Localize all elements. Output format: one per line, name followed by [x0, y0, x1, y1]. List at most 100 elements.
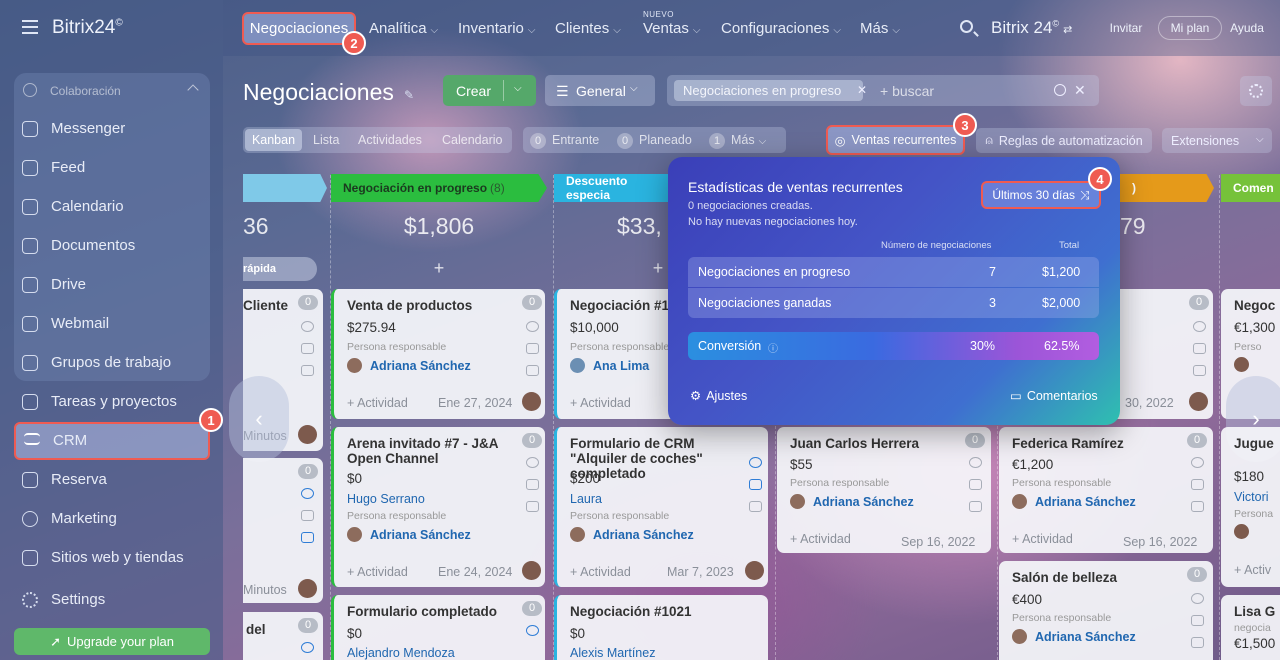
nav-analytics[interactable]: Analítica ⌵: [369, 20, 438, 37]
client-name[interactable]: Alexis Martínez: [570, 646, 655, 660]
mail-icon[interactable]: [526, 343, 539, 354]
avatar[interactable]: [745, 561, 764, 580]
view-list[interactable]: Lista: [313, 133, 339, 147]
deal-title[interactable]: Salón de belleza: [1012, 570, 1117, 585]
deal-title[interactable]: Arena invitado #7 - J&A Open Channel: [347, 436, 527, 466]
avatar[interactable]: [1234, 524, 1249, 539]
chat-icon[interactable]: [969, 501, 982, 512]
avatar[interactable]: [298, 579, 317, 598]
mail-icon[interactable]: [969, 479, 982, 490]
filter-preset-button[interactable]: ☰ General ⌵: [545, 75, 655, 106]
stage-header[interactable]: ): [1120, 174, 1214, 202]
sidebar-item-calendar[interactable]: Calendario: [14, 189, 210, 225]
add-activity-button[interactable]: + Activ: [1234, 563, 1271, 577]
add-deal-button[interactable]: +: [648, 258, 668, 279]
deal-title[interactable]: Lisa G: [1234, 604, 1275, 619]
sidebar-item-sites[interactable]: Sitios web y tiendas: [14, 540, 210, 576]
avatar[interactable]: [298, 425, 317, 444]
period-selector[interactable]: Últimos 30 días ⤨: [981, 181, 1101, 209]
phone-icon[interactable]: [526, 457, 539, 468]
phone-icon[interactable]: [301, 642, 314, 653]
view-activities[interactable]: Actividades: [358, 133, 422, 147]
quick-form-button[interactable]: rápida: [243, 257, 317, 281]
sidebar-item-tasks[interactable]: Tareas y proyectos: [14, 384, 210, 420]
phone-icon[interactable]: [301, 321, 314, 332]
mail-icon[interactable]: [301, 343, 314, 354]
chat-icon[interactable]: [749, 501, 762, 512]
add-activity-button[interactable]: + Actividad: [570, 565, 631, 579]
chat-icon[interactable]: [301, 532, 314, 543]
nav-settings[interactable]: Configuraciones ⌵: [721, 20, 841, 37]
counter-planned[interactable]: 0 Planeado: [617, 133, 692, 149]
deal-title[interactable]: Negoc: [1234, 298, 1275, 313]
avatar[interactable]: [1189, 392, 1208, 411]
responsible-person[interactable]: Adriana Sánchez: [347, 527, 471, 542]
deal-card[interactable]: Arena invitado #7 - J&A Open Channel 0 $…: [331, 427, 545, 587]
deal-title[interactable]: del: [246, 622, 266, 637]
deal-card[interactable]: Formulario de CRM "Alquiler de coches" c…: [554, 427, 768, 587]
clear-icon[interactable]: ✕: [1074, 82, 1086, 99]
phone-icon[interactable]: [301, 488, 314, 499]
responsible-person[interactable]: Ana Lima: [570, 358, 649, 373]
mail-icon[interactable]: [1193, 343, 1206, 354]
help-button[interactable]: Ayuda: [1226, 16, 1268, 40]
recurring-sales-button[interactable]: ◎ Ventas recurrentes: [826, 125, 965, 155]
add-activity-button[interactable]: + Actividad: [790, 532, 851, 546]
phone-icon[interactable]: [1191, 593, 1204, 604]
deal-card[interactable]: Salón de belleza 0 €400 Persona responsa…: [999, 561, 1213, 660]
chat-icon[interactable]: [1193, 365, 1206, 376]
deal-title[interactable]: Jugue: [1234, 436, 1274, 451]
add-activity-button[interactable]: + Actividad: [347, 396, 408, 410]
responsible-person[interactable]: Adriana Sánchez: [570, 527, 694, 542]
stats-row-in-progress[interactable]: Negociaciones en progreso 7 $1,200: [688, 257, 1099, 287]
stage-header[interactable]: [243, 174, 327, 202]
nav-inventory[interactable]: Inventario ⌵: [458, 20, 535, 37]
sidebar-group-title[interactable]: Colaboración: [50, 84, 121, 98]
deal-card[interactable]: Jugue $180 Victori Persona + Activ: [1221, 427, 1280, 587]
menu-icon[interactable]: [22, 20, 38, 34]
deal-title[interactable]: Venta de productos: [347, 298, 472, 313]
add-activity-button[interactable]: + Actividad: [1012, 532, 1073, 546]
deal-title[interactable]: Formulario completado: [347, 604, 497, 619]
phone-icon[interactable]: [969, 457, 982, 468]
phone-icon[interactable]: [526, 625, 539, 636]
deal-title[interactable]: Federica Ramírez: [1012, 436, 1124, 451]
mail-icon[interactable]: [749, 479, 762, 490]
sidebar-item-webmail[interactable]: Webmail: [14, 306, 210, 342]
counter-incoming[interactable]: 0 Entrante: [530, 133, 599, 149]
sidebar-item-drive[interactable]: Drive: [14, 267, 210, 303]
deal-card[interactable]: 0 Minutos: [243, 458, 323, 603]
deal-card[interactable]: Lisa G negocia €1,500: [1221, 595, 1280, 660]
add-deal-button[interactable]: +: [331, 258, 547, 279]
sidebar-item-workgroups[interactable]: Grupos de trabajo: [14, 345, 210, 381]
settings-button[interactable]: [1240, 76, 1272, 106]
stage-header-discount[interactable]: Descuento especia: [554, 174, 668, 202]
client-name[interactable]: Victori: [1234, 490, 1269, 504]
view-calendar[interactable]: Calendario: [442, 133, 502, 147]
mail-icon[interactable]: [526, 479, 539, 490]
search-input[interactable]: + buscar: [880, 83, 934, 99]
responsible-person[interactable]: Adriana Sánchez: [1012, 629, 1136, 644]
mail-icon[interactable]: [301, 510, 314, 521]
bitrix-logo[interactable]: Bitrix24©: [52, 17, 123, 39]
close-icon[interactable]: ✕: [857, 83, 867, 97]
sidebar-item-feed[interactable]: Feed: [14, 150, 210, 186]
sidebar-item-messenger[interactable]: Messenger: [14, 111, 210, 147]
responsible-person[interactable]: Adriana Sánchez: [347, 358, 471, 373]
stage-header-comments[interactable]: Comen: [1221, 174, 1280, 202]
avatar[interactable]: [522, 561, 541, 580]
chevron-down-icon[interactable]: ⌵: [514, 83, 522, 94]
client-name[interactable]: Alejandro Mendoza: [347, 646, 455, 660]
avatar[interactable]: [522, 392, 541, 411]
responsible-person[interactable]: Adriana Sánchez: [790, 494, 914, 509]
sidebar-item-crm[interactable]: CRM: [14, 422, 210, 460]
popup-settings-link[interactable]: ⚙ Ajustes: [690, 388, 747, 404]
deal-title[interactable]: Cliente: [243, 298, 288, 313]
client-name[interactable]: Hugo Serrano: [347, 492, 425, 506]
deal-card[interactable]: Federica Ramírez 0 €1,200 Persona respon…: [999, 427, 1213, 553]
deal-card[interactable]: del 0: [243, 612, 323, 660]
deal-card[interactable]: Juan Carlos Herrera 0 $55 Persona respon…: [777, 427, 991, 553]
mail-icon[interactable]: [1191, 479, 1204, 490]
responsible-person[interactable]: Adriana Sánchez: [1012, 494, 1136, 509]
create-button[interactable]: Crear ⌵: [443, 75, 536, 106]
